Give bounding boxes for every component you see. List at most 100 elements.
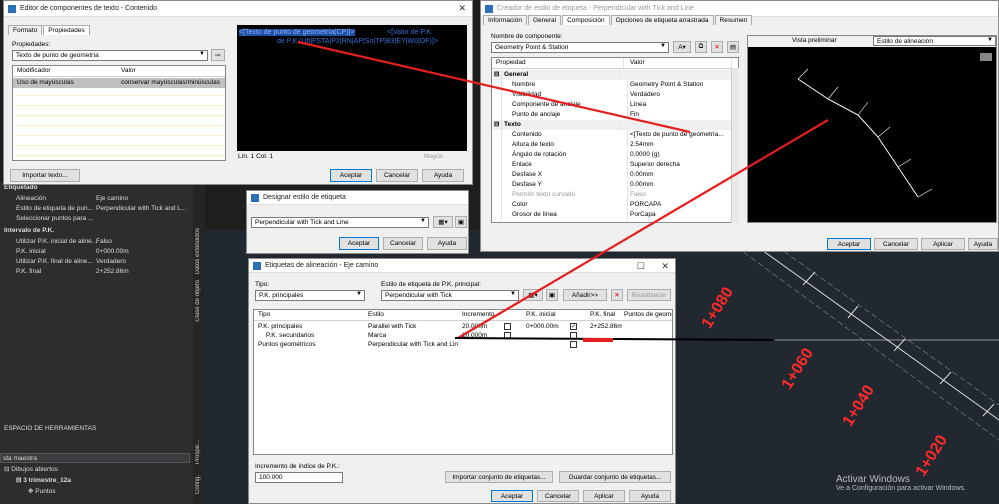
checkbox[interactable] (504, 332, 511, 339)
major-station-style-combo[interactable]: Perpendicular with Tick ▼ (381, 290, 519, 301)
property-group-row[interactable]: ⊟ Texto (492, 120, 738, 130)
col-value[interactable]: Valor (119, 66, 219, 76)
row-increment[interactable]: 10.000m (460, 331, 504, 340)
property-value[interactable]: Fin (628, 110, 732, 120)
apply-button[interactable]: Aplicar (921, 238, 965, 250)
prop-value[interactable]: Eje camino (96, 194, 128, 204)
help-button[interactable]: Ayuda (968, 238, 998, 250)
property-row[interactable]: Nombre Geometry Point & Station (492, 80, 738, 90)
component-name-combo[interactable]: Geometry Point & Station ▼ (491, 42, 669, 53)
draw-order-button[interactable]: ▤ (727, 41, 739, 53)
help-button[interactable]: Ayuda (427, 237, 467, 250)
cancel-button[interactable]: Cancelar (874, 238, 918, 250)
row-increment[interactable] (460, 340, 504, 349)
table-row[interactable]: Puntos geométricos Perpendicular with Tic… (254, 340, 672, 349)
row-style[interactable]: Parallel with Tick (366, 322, 458, 331)
ok-button[interactable]: Aceptar (491, 490, 533, 502)
col-type[interactable]: Tipo (256, 310, 362, 320)
vtab-settings[interactable]: Config. (195, 475, 201, 494)
property-value[interactable] (628, 120, 732, 130)
import-text-button[interactable]: Importar texto... (10, 169, 80, 182)
tab-dragged-options[interactable]: Opciones de etiqueta arrastrada (610, 15, 714, 25)
insert-property-button[interactable]: ⇨ (211, 49, 225, 61)
apply-button[interactable]: Aplicar (583, 490, 625, 502)
cancel-button[interactable]: Cancelar (376, 169, 418, 182)
property-row[interactable]: Grosor de línea PorCapa (492, 210, 738, 220)
cancel-button[interactable]: Cancelar (537, 490, 579, 502)
row-start-station[interactable]: 0+000.00m (524, 322, 572, 331)
property-row[interactable]: Altura de texto 2.54mm (492, 140, 738, 150)
tab-properties[interactable]: Propiedades (43, 25, 90, 35)
prop-value[interactable]: 0+000.00m (96, 247, 129, 257)
label-style-combo[interactable]: Perpendicular with Tick and Line ▼ (251, 217, 429, 228)
property-value[interactable]: Geometry Point & Station (628, 80, 732, 90)
close-icon[interactable]: ✕ (661, 261, 669, 272)
increment-input[interactable]: 100.000 (255, 472, 343, 483)
property-value[interactable]: Verdadero (628, 90, 732, 100)
property-row[interactable]: Desfase Y 0.00mm (492, 180, 738, 190)
property-row[interactable]: Visibilidad Verdadero (492, 90, 738, 100)
type-combo[interactable]: P.K. principales ▼ (255, 290, 365, 301)
property-value[interactable]: Falso (628, 190, 732, 200)
vtab-object-class[interactable]: Clase de objeto (195, 280, 201, 322)
prop-value[interactable]: Perpendicular with Tick and L... (96, 204, 186, 214)
property-row[interactable]: Permitir texto curvado Falso (492, 190, 738, 200)
text-editor-titlebar[interactable]: Editor de componentes de texto - Conteni… (4, 1, 472, 17)
table-row[interactable]: P.K. secundarios Marca 10.000m (254, 331, 672, 340)
grid-scrollbar[interactable] (731, 68, 739, 223)
add-component-button[interactable]: A▾ (673, 41, 691, 53)
tree-item-points[interactable]: ✥ Puntos (28, 487, 56, 497)
tab-composition[interactable]: Composición (562, 15, 610, 25)
designate-titlebar[interactable]: Designar estilo de etiqueta (247, 191, 468, 205)
row-end-station[interactable]: 2+252.86m (588, 322, 622, 331)
property-row[interactable]: Componente de anclaje Línea (492, 100, 738, 110)
property-value[interactable]: 0.00mm (628, 170, 732, 180)
add-button[interactable]: Añadir>> (563, 289, 607, 301)
close-icon[interactable]: ✕ (458, 3, 466, 14)
save-label-set-button[interactable]: Guardar conjunto de etiquetas... (559, 471, 671, 483)
property-value[interactable]: 0.0000 (g) (628, 150, 732, 160)
property-row[interactable]: Color PORCAPA (492, 200, 738, 210)
row-end-station[interactable] (588, 340, 622, 349)
alignment-labels-titlebar[interactable]: Etiquetas de alineación - Eje camino ☐ ✕ (249, 259, 675, 273)
tab-format[interactable]: Formato (8, 25, 43, 35)
toolspace-view-combo[interactable]: sta maestra (0, 453, 190, 463)
ok-button[interactable]: Aceptar (827, 238, 871, 250)
ok-button[interactable]: Aceptar (339, 237, 379, 250)
tree-item-drawing[interactable]: ⊟ 3 trimestre_12a (16, 476, 71, 486)
copy-component-button[interactable]: ⧉ (695, 41, 707, 53)
property-row[interactable]: Ángulo de rotación 0.0000 (g) (492, 150, 738, 160)
table-row[interactable]: P.K. principales Parallel with Tick 20.000… (254, 322, 672, 331)
vtab-prospector[interactable]: Prospe... (195, 440, 201, 464)
collapse-icon[interactable]: ⊟ (492, 120, 502, 130)
row-style[interactable]: Perpendicular with Tick and Line (366, 340, 458, 349)
property-value[interactable] (628, 70, 732, 80)
col-increment[interactable]: Incremento (460, 310, 500, 320)
vtab-extended-data[interactable]: Datos extendidos (195, 228, 201, 274)
property-value[interactable]: Superior derecha (628, 160, 732, 170)
maximize-icon[interactable]: ☐ (637, 261, 645, 272)
tab-summary[interactable]: Resumen (714, 15, 753, 25)
property-value[interactable]: 2.54mm (628, 140, 732, 150)
col-geometry-points[interactable]: Puntos de geometría (622, 310, 672, 320)
property-row[interactable]: Enlace Superior derecha (492, 160, 738, 170)
row-value[interactable]: conservar mayúsculas/minúsculas (119, 78, 225, 88)
preview-style-combo[interactable]: Estilo de alineación ▼ (873, 36, 996, 46)
property-row[interactable]: Desfase X 0.00mm (492, 170, 738, 180)
checkbox[interactable]: ✓ (570, 323, 577, 330)
row-start-station[interactable] (524, 331, 572, 340)
property-value[interactable]: PorCapa (628, 210, 732, 220)
style-edit-button[interactable]: ▦▾ (523, 289, 543, 301)
checkbox[interactable] (570, 341, 577, 348)
checkbox[interactable] (504, 323, 511, 330)
col-end-station[interactable]: P.K. final (588, 310, 620, 320)
tab-information[interactable]: Información (483, 15, 527, 25)
cancel-button[interactable]: Cancelar (383, 237, 423, 250)
tree-item-open-drawings[interactable]: ⊟ Dibujos abiertos (4, 465, 58, 475)
style-preview-button[interactable]: ▣ (455, 216, 467, 228)
style-preview-button[interactable]: ▣ (546, 289, 558, 301)
row-start-station[interactable] (524, 340, 572, 349)
col-property[interactable]: Propiedad (494, 58, 624, 68)
section-station-interval[interactable]: Intervalo de P.K. (4, 226, 54, 236)
code-editor[interactable]: <[Texto de punto de geometría(CP)]> <[Va… (237, 25, 467, 151)
